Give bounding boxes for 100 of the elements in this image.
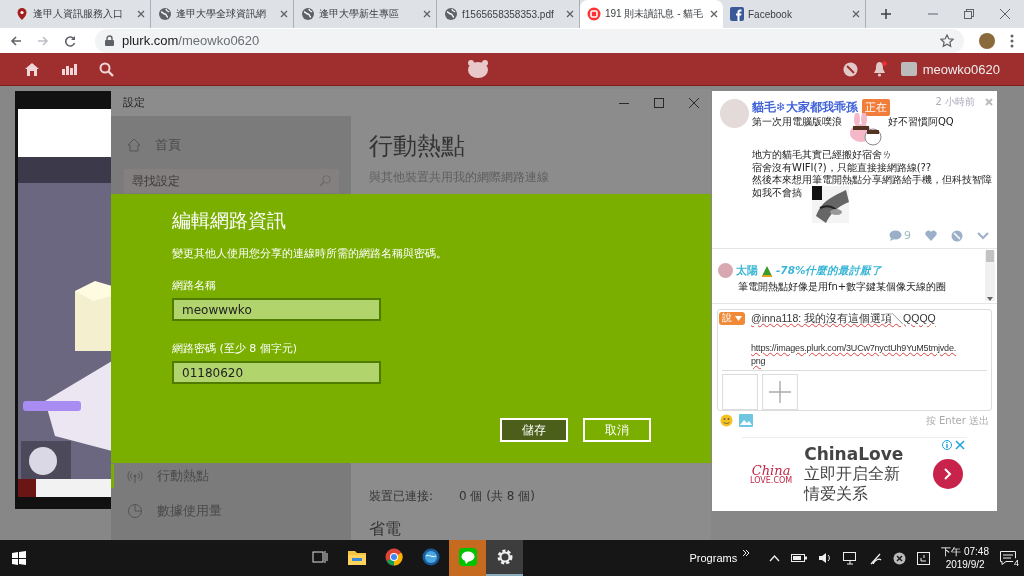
response-text: 筆電開熱點好像是用fn+數字鍵某個像天線的圈 (737, 280, 948, 295)
search-icon[interactable] (99, 61, 114, 77)
post-author[interactable]: 貓毛❄大家都我乖孫 (752, 99, 859, 116)
browser-tab[interactable]: 191 則未讀訊息 - 貓毛 (580, 0, 723, 28)
close-icon[interactable] (852, 10, 860, 18)
upload-slot (722, 373, 758, 410)
response-count: 9 (904, 229, 911, 243)
globe-icon (444, 7, 458, 21)
ad-arrow-button[interactable] (933, 459, 963, 490)
globe-icon (158, 7, 172, 21)
battery-icon[interactable] (791, 553, 808, 563)
close-icon[interactable] (710, 10, 718, 18)
post-text: 如我不會搞 (752, 186, 803, 199)
post-text: 好不習慣阿QQ (888, 116, 954, 129)
close-icon[interactable] (689, 97, 699, 108)
close-icon[interactable] (137, 10, 145, 18)
post-text: 地方的貓毛其實已經搬好宿舍ㄌ (752, 149, 893, 162)
close-circle-icon[interactable] (893, 551, 907, 565)
address-path: /meowko0620 (178, 33, 260, 48)
new-tab-icon[interactable] (880, 8, 892, 20)
pen-icon[interactable] (869, 551, 883, 565)
dialog-description: 變更其他人使用您分享的連線時所需的網路名稱與密碼。 (172, 246, 448, 261)
logo-icon[interactable] (466, 59, 491, 79)
facebook-icon (730, 7, 744, 21)
ad-logo-text: China (751, 463, 791, 477)
plurk-icon (587, 7, 601, 21)
folder-icon (347, 549, 366, 565)
reply-text: png (751, 355, 767, 366)
post-text: 宿舍沒有WIFI(?)，只能直接接網路線(?? (752, 161, 933, 174)
user-avatar[interactable] (900, 62, 917, 76)
qualifier-badge: 正在 (862, 99, 891, 116)
ad-text: 立即开启全新 (804, 464, 902, 485)
clock-time: 下午 07:48 (941, 545, 989, 558)
message-icon (1000, 551, 1016, 565)
arrow-down-icon[interactable] (987, 296, 993, 301)
search-icon (319, 175, 331, 187)
address-bar[interactable]: plurk.com/meowko0620 (95, 28, 964, 53)
mute-icon[interactable] (842, 61, 858, 77)
close-icon[interactable] (955, 439, 965, 450)
close-icon[interactable] (280, 10, 288, 18)
network-icon[interactable] (843, 551, 859, 565)
windows-start-icon[interactable] (12, 551, 26, 565)
chevron-up-icon[interactable] (769, 554, 781, 562)
globe-icon (421, 548, 440, 566)
post-text: 然後本來想用筆電開熱點分享網路給手機，但科技智障 (752, 174, 993, 187)
dialog-title: 編輯網路資訊 (172, 208, 287, 233)
field-label: 網路密碼 (至少 8 個字元) (172, 341, 299, 356)
antenna-icon (127, 468, 143, 484)
post-text: 第一次用電腦版噗浪 (752, 116, 842, 129)
back-icon[interactable] (10, 34, 22, 47)
send-hint: 按 Enter 送出 (925, 413, 989, 428)
pie-chart-icon (127, 503, 143, 519)
chevron-right-icon (944, 468, 952, 481)
volume-icon[interactable] (818, 552, 833, 564)
ad-brand: ChinaLove (804, 444, 904, 465)
home-icon (127, 138, 141, 152)
tree-icon (761, 264, 773, 277)
dialog-button[interactable]: 儲存 (500, 418, 568, 442)
gear-icon (495, 548, 514, 566)
field-label: 網路名稱 (172, 278, 217, 293)
user-avatar (718, 263, 733, 279)
input-field[interactable]: 01180620 (172, 361, 381, 384)
reload-icon[interactable] (64, 34, 76, 47)
chevron-double-right-icon[interactable] (742, 549, 751, 557)
pin-icon (15, 7, 29, 21)
author-nickname: -78%什麼的最討厭了 (776, 263, 883, 278)
bell-icon[interactable] (871, 61, 887, 77)
post-time: 2 小時前 (935, 95, 975, 109)
emoji-icon[interactable] (720, 414, 733, 428)
address-host: plurk.com (122, 33, 179, 48)
close-icon[interactable] (566, 10, 574, 18)
scrollbar[interactable] (985, 251, 995, 301)
maximize-icon[interactable] (654, 97, 664, 108)
page-title: 行動熱點 (369, 131, 466, 162)
taskbar-app[interactable] (486, 540, 523, 576)
clock-date: 2019/9/2 (945, 558, 985, 571)
caret-icon (735, 315, 742, 321)
profile-avatar[interactable] (979, 32, 995, 49)
chat-bubble-icon (458, 548, 477, 566)
restore-icon[interactable] (964, 9, 974, 19)
window-title: 設定 (123, 95, 145, 110)
info-icon[interactable] (942, 439, 952, 450)
task-view-icon (311, 549, 328, 565)
close-icon[interactable] (423, 10, 431, 18)
globe-icon (301, 7, 315, 21)
home-icon[interactable] (24, 61, 40, 77)
chrome-icon (384, 548, 403, 566)
menu-icon[interactable] (1010, 33, 1014, 48)
ad-logo-text: LOVE.COM (750, 476, 793, 485)
username-link[interactable]: meowko0620 (922, 61, 1000, 77)
section-heading: 省電 (369, 519, 402, 540)
ad-text: 情爱关系 (804, 484, 870, 505)
toolbar-label[interactable]: Programs (689, 552, 738, 564)
chart-icon[interactable] (62, 63, 77, 75)
star-icon[interactable] (940, 33, 954, 48)
connected-value: 0 個 (共 8 個) (459, 488, 535, 505)
close-icon[interactable] (1000, 9, 1010, 19)
plus-icon (769, 380, 791, 403)
input-field[interactable]: meowwwko (172, 298, 381, 321)
user-avatar (720, 99, 749, 128)
